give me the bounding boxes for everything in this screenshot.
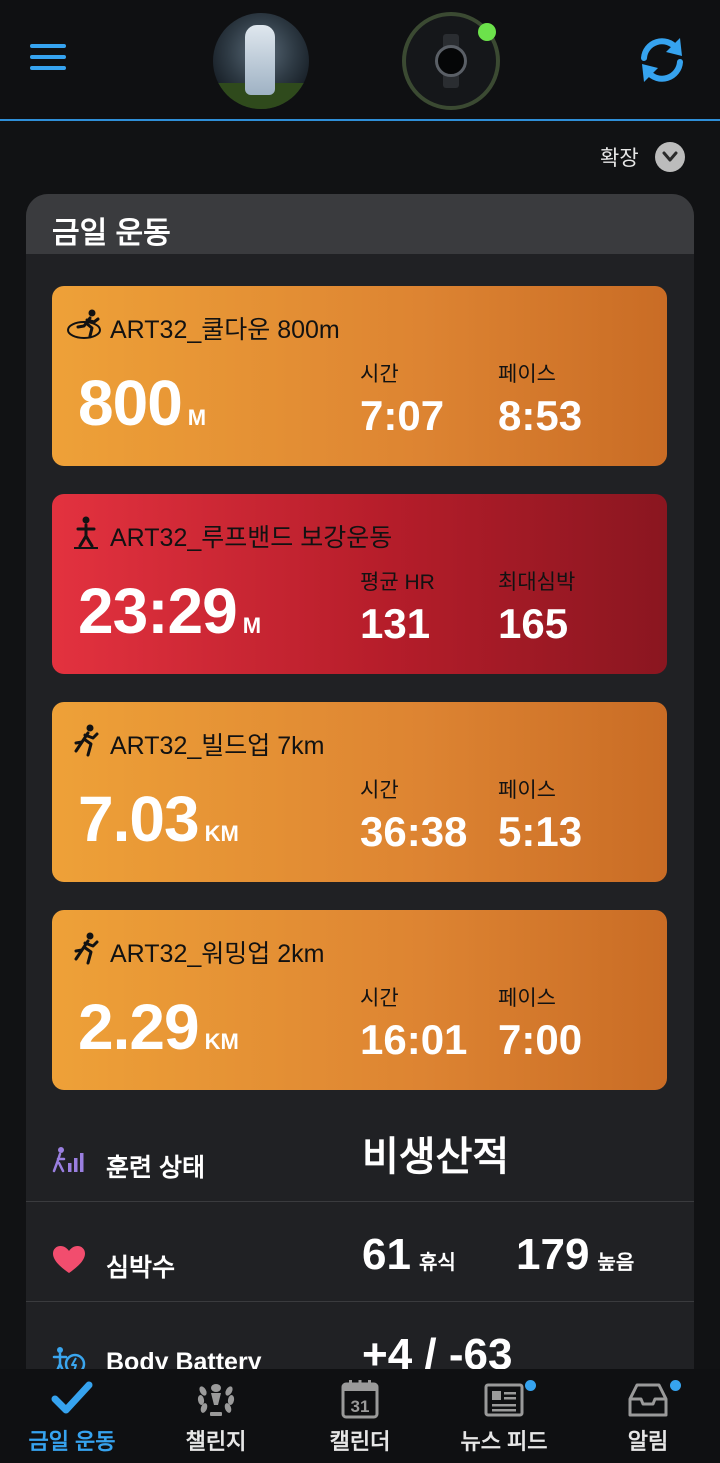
activity-main-value: 23:29 M bbox=[78, 575, 262, 647]
nav-newsfeed[interactable]: 뉴스 피드 bbox=[432, 1369, 576, 1463]
training-status-row[interactable]: 훈련 상태 비생산적 bbox=[26, 1102, 694, 1202]
newsfeed-badge bbox=[525, 1380, 536, 1391]
hamburger-menu-icon[interactable] bbox=[30, 44, 66, 74]
checkmark-icon bbox=[50, 1379, 94, 1419]
laurel-icon bbox=[194, 1379, 238, 1419]
heart-rate-label: 심박수 bbox=[106, 1254, 176, 1282]
device-connected-indicator bbox=[478, 23, 496, 41]
nav-today[interactable]: 금일 운동 bbox=[0, 1369, 144, 1463]
profile-avatar[interactable] bbox=[213, 13, 309, 109]
activity-main-value: 800 M bbox=[78, 367, 207, 439]
activity-main-value: 7.03 KM bbox=[78, 783, 239, 855]
activity-stat: 최대심박 165 bbox=[498, 571, 576, 647]
running-track-icon bbox=[66, 308, 106, 342]
activity-stat: 페이스 5:13 bbox=[498, 779, 583, 855]
heart-icon bbox=[52, 1245, 86, 1275]
activity-stat: 시간 7:07 bbox=[360, 363, 445, 439]
activity-stat: 평균 HR 131 bbox=[360, 571, 435, 647]
high-heart-rate: 179 높음 bbox=[516, 1230, 635, 1279]
activity-title: ART32_쿨다운 800m bbox=[110, 316, 340, 344]
activity-title: ART32_워밍업 2km bbox=[110, 940, 325, 968]
activity-stat: 페이스 8:53 bbox=[498, 363, 583, 439]
activity-main-value: 2.29 KM bbox=[78, 991, 239, 1063]
chevron-down-icon bbox=[654, 142, 685, 172]
sync-icon[interactable] bbox=[636, 36, 688, 84]
today-activities-panel: 금일 운동 ART32_쿨다운 800m 800 M 시간 7:07 페이스 8:… bbox=[26, 194, 694, 1394]
running-icon bbox=[66, 724, 106, 758]
activity-card[interactable]: ART32_루프밴드 보강운동 23:29 M 평균 HR 131 최대심박 16… bbox=[52, 494, 667, 674]
top-bar bbox=[0, 0, 720, 121]
heart-rate-row[interactable]: 심박수 61 휴식 179 높음 bbox=[26, 1202, 694, 1302]
inbox-icon bbox=[626, 1379, 670, 1419]
bottom-nav: 금일 운동 챌린지 31 캘린더 뉴스 피드 알림 bbox=[0, 1369, 720, 1463]
activity-stat: 시간 36:38 bbox=[360, 779, 468, 855]
resting-heart-rate: 61 휴식 bbox=[362, 1230, 456, 1279]
expand-toggle[interactable]: 확장 bbox=[600, 141, 685, 173]
activity-card[interactable]: ART32_워밍업 2km 2.29 KM 시간 16:01 페이스 7:00 bbox=[52, 910, 667, 1090]
activity-card[interactable]: ART32_쿨다운 800m 800 M 시간 7:07 페이스 8:53 bbox=[52, 286, 667, 466]
training-status-label: 훈련 상태 bbox=[106, 1154, 205, 1182]
nav-calendar[interactable]: 31 캘린더 bbox=[288, 1369, 432, 1463]
notifications-badge bbox=[670, 1380, 681, 1391]
nav-challenges[interactable]: 챌린지 bbox=[144, 1369, 288, 1463]
activity-title: ART32_빌드업 7km bbox=[110, 732, 325, 760]
activity-card[interactable]: ART32_빌드업 7km 7.03 KM 시간 36:38 페이스 5:13 bbox=[52, 702, 667, 882]
nav-notifications[interactable]: 알림 bbox=[576, 1369, 720, 1463]
training-status-icon bbox=[52, 1145, 86, 1175]
training-status-value: 비생산적 bbox=[362, 1135, 510, 1179]
activity-stat: 시간 16:01 bbox=[360, 987, 468, 1063]
running-icon bbox=[66, 932, 106, 966]
expand-label: 확장 bbox=[600, 147, 639, 170]
calendar-icon: 31 bbox=[338, 1379, 382, 1419]
panel-title: 금일 운동 bbox=[52, 217, 171, 250]
newsfeed-icon bbox=[482, 1379, 526, 1419]
activity-title: ART32_루프밴드 보강운동 bbox=[110, 524, 393, 552]
strength-training-icon bbox=[66, 516, 106, 550]
panel-header: 금일 운동 bbox=[26, 194, 694, 254]
activity-stat: 페이스 7:00 bbox=[498, 987, 583, 1063]
svg-text:31: 31 bbox=[351, 1397, 370, 1416]
